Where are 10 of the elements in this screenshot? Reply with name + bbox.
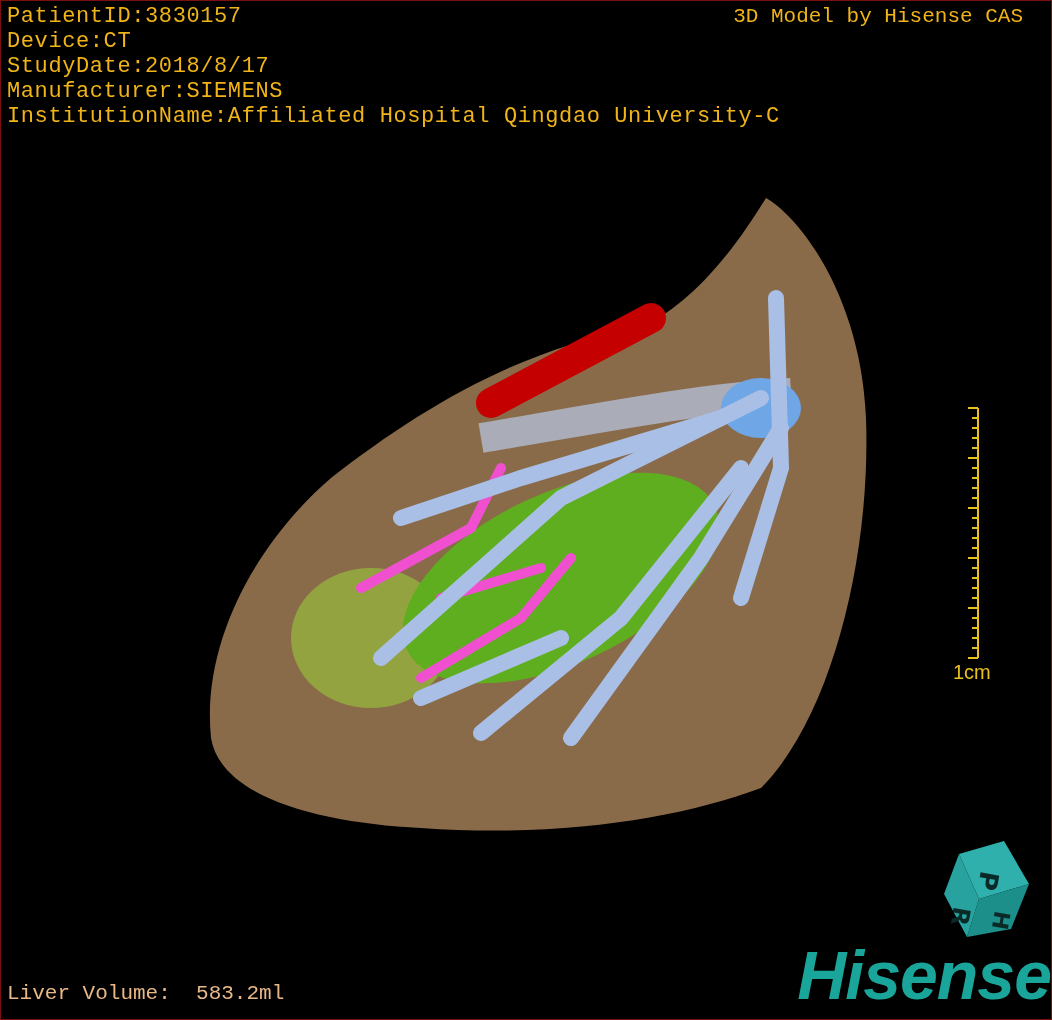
- credit-text: 3D Model by Hisense CAS: [733, 4, 1023, 29]
- patient-info-text: PatientID:3830157: [7, 4, 242, 29]
- orientation-cube[interactable]: P R H: [939, 839, 1035, 939]
- patient-info-text: StudyDate:2018/8/17: [7, 54, 270, 79]
- patient-info-text: Manufacturer:SIEMENS: [7, 79, 284, 104]
- patient-info-text: InstitutionName:Affiliated Hospital Qingdao University-C: [7, 104, 780, 129]
- liver-volume-text: Liver Volume: 583.2ml: [7, 982, 285, 1007]
- brand-logo: Hisense: [797, 939, 1051, 1011]
- patient-info-text: Device:CT: [7, 29, 132, 54]
- scale-label: 1cm: [953, 661, 991, 684]
